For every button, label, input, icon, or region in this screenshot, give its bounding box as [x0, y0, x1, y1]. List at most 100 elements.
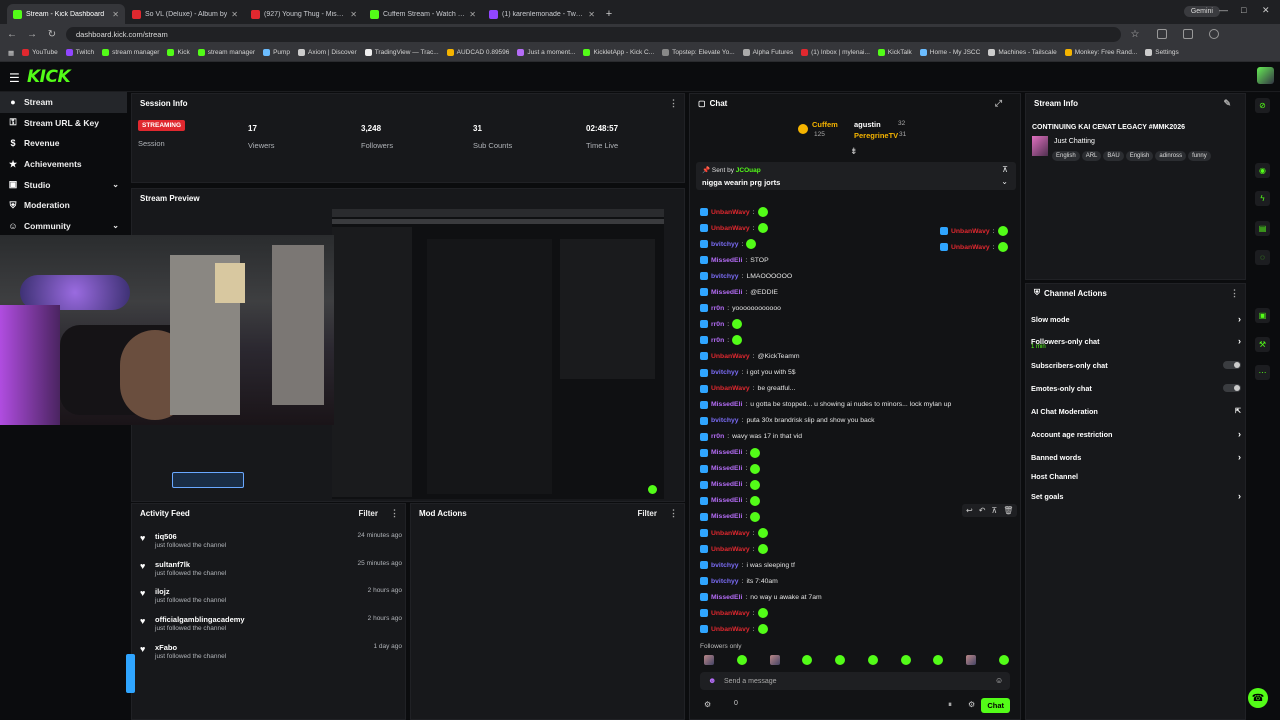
chat-message[interactable]: UnbanWavy:	[940, 240, 1008, 254]
emoji-icon[interactable]: ☺	[995, 676, 1003, 685]
bookmark-item[interactable]: AUDCAD 0.89596	[446, 49, 509, 56]
chat-username[interactable]: UnbanWavy	[711, 209, 750, 216]
pinned-message[interactable]: 📌 Sent by JCOuap nigga wearin prg jorts …	[696, 162, 1016, 190]
bookmark-item[interactable]: (1) Inbox | mylenai...	[801, 49, 870, 56]
channel-action-slow-mode[interactable]: Slow mode ›	[1031, 312, 1241, 326]
chat-username[interactable]: MissedEli	[711, 497, 742, 504]
chat-username[interactable]: MissedEli	[711, 594, 742, 601]
chat-username[interactable]: bvitchyy	[711, 241, 739, 248]
close-icon[interactable]: ✕	[231, 10, 238, 19]
gifter-name[interactable]: agustin	[854, 120, 881, 129]
sidebar-item-achievements[interactable]: ★ Achievements	[0, 154, 127, 175]
chat-username[interactable]: bvitchyy	[711, 562, 739, 569]
chat-input[interactable]: Send a message	[700, 672, 1010, 690]
chat-message[interactable]: UnbanWavy:	[700, 606, 768, 620]
chat-message[interactable]: rr0n: wavy was 17 in that vid	[700, 430, 802, 444]
emote-icon[interactable]	[704, 655, 714, 665]
chat-username[interactable]: UnbanWavy	[951, 228, 990, 235]
tag[interactable]: ARL	[1081, 151, 1102, 161]
chat-username[interactable]: MissedEli	[711, 513, 742, 520]
chat-message[interactable]: UnbanWavy:	[700, 622, 768, 636]
tag[interactable]: BAU	[1103, 151, 1124, 161]
bookmark-item[interactable]: Home - My JSCC	[919, 49, 980, 56]
chat-message[interactable]: UnbanWavy:	[700, 542, 768, 556]
new-tab-button[interactable]: +	[601, 4, 617, 24]
emote-icon[interactable]	[835, 655, 846, 665]
emote-icon[interactable]	[966, 655, 977, 665]
tag[interactable]: English	[1052, 151, 1080, 161]
chat-message[interactable]: MissedEli:	[700, 494, 761, 508]
bookmark-item[interactable]: Alpha Futures	[742, 49, 793, 56]
toggle-switch[interactable]	[1223, 361, 1241, 369]
emote-icon[interactable]	[802, 655, 813, 665]
follower-name[interactable]: sultanf7lk	[155, 560, 190, 569]
browser-tab[interactable]: Cuffem Stream - Watch Live o ✕	[364, 4, 482, 24]
bookmark-item[interactable]: YouTube	[22, 49, 58, 56]
chat-username[interactable]: rr0n	[711, 433, 724, 440]
chat-username[interactable]: UnbanWavy	[711, 225, 750, 232]
apps-icon[interactable]: ▦	[8, 49, 14, 57]
follower-name[interactable]: tiq506	[155, 532, 177, 541]
support-chat-button[interactable]: ☎	[1248, 688, 1268, 708]
bookmark-item[interactable]: Axiom | Discover	[298, 49, 357, 56]
info-icon[interactable]: ⊘	[1255, 98, 1270, 113]
chat-username[interactable]: UnbanWavy	[711, 626, 750, 633]
reply-icon[interactable]: ↩	[966, 506, 973, 515]
close-icon[interactable]: ✕	[112, 10, 119, 19]
chat-username[interactable]: bvitchyy	[711, 273, 739, 280]
bookmark-item[interactable]: Settings	[1145, 49, 1179, 56]
chat-message[interactable]: MissedEli:	[700, 462, 761, 476]
sidebar-item-stream-url-key[interactable]: ⚿ Stream URL & Key	[0, 113, 127, 134]
bookmark-item[interactable]: Pump	[263, 49, 290, 56]
sidebar-item-revenue[interactable]: $ Revenue	[0, 133, 127, 154]
chat-message[interactable]: bvitchyy: LMAOOOOOO	[700, 269, 792, 283]
chat-username[interactable]: UnbanWavy	[711, 610, 750, 617]
chevron-down-icon[interactable]: ⌄	[1001, 177, 1008, 186]
sidebar-item-stream[interactable]: ● Stream	[0, 92, 127, 113]
channel-action-subscribers-only-chat[interactable]: Subscribers-only chat	[1031, 358, 1241, 372]
robot-icon[interactable]: ◉	[1255, 163, 1270, 178]
browser-tab[interactable]: (1) karenlemonade - Twitch ✕	[483, 4, 601, 24]
chat-username[interactable]: bvitchyy	[711, 417, 739, 424]
bookmark-item[interactable]: KickletApp - Kick C...	[583, 49, 654, 56]
chat-username[interactable]: MissedEli	[711, 257, 742, 264]
chat-message[interactable]: UnbanWavy: @KickTeamm	[700, 349, 800, 363]
tag[interactable]: English	[1125, 151, 1154, 161]
bookmark-item[interactable]: Twitch	[65, 49, 94, 56]
channel-action-banned-words[interactable]: Banned words ›	[1031, 450, 1241, 464]
tag[interactable]: funny	[1188, 151, 1211, 161]
bookmark-item[interactable]: TradingView — Trac...	[364, 49, 439, 56]
chat-message[interactable]: rr0n:	[700, 333, 743, 347]
more-icon[interactable]: ⋮	[390, 508, 399, 519]
emote-icon[interactable]	[736, 655, 747, 665]
chat-message[interactable]: bvitchyy: its 7:40am	[700, 574, 778, 588]
delete-icon[interactable]: 🗑	[1003, 506, 1013, 515]
reload-icon[interactable]: ↻	[46, 29, 58, 40]
bookmark-item[interactable]: stream manager	[197, 49, 255, 56]
channel-action-emotes-only-chat[interactable]: Emotes-only chat	[1031, 381, 1241, 395]
chevron-right-icon[interactable]: ›	[1238, 336, 1241, 346]
channel-action-account-age-restriction[interactable]: Account age restriction ›	[1031, 427, 1241, 441]
chat-username[interactable]: UnbanWavy	[711, 546, 750, 553]
chat-message[interactable]: MissedEli: STOP	[700, 253, 769, 267]
close-icon[interactable]: ✕	[588, 10, 595, 19]
emote-icon[interactable]	[933, 655, 944, 665]
chat-username[interactable]: rr0n	[711, 321, 724, 328]
chat-message[interactable]: bvitchyy: i was sleeping tf	[700, 558, 795, 572]
sidebar-item-studio[interactable]: ▣ Studio ⌄	[0, 174, 127, 195]
bookmark-item[interactable]: Topstep: Elevate Yo...	[662, 49, 735, 56]
browser-tab[interactable]: (927) Young Thug - Miss M ✕	[245, 4, 363, 24]
emote-icon[interactable]	[998, 655, 1009, 665]
browser-tab[interactable]: Stream - Kick Dashboard ✕	[7, 4, 125, 24]
chat-username[interactable]: MissedEli	[711, 449, 742, 456]
sidebar-item-community[interactable]: ☺ Community ⌄	[0, 216, 127, 237]
download-icon[interactable]	[1183, 29, 1193, 39]
chat-username[interactable]: MissedEli	[711, 481, 742, 488]
chat-message[interactable]: bvitchyy: i got you with 5$	[700, 366, 796, 380]
chat-message[interactable]: MissedEli:	[700, 510, 761, 524]
minimize-icon[interactable]: —	[1219, 5, 1228, 15]
more-icon[interactable]: ⋮	[1230, 288, 1239, 299]
emote-icon[interactable]	[867, 655, 878, 665]
wrench-icon[interactable]: ⚒	[1255, 337, 1270, 352]
emote-picker-icon[interactable]: ☻	[708, 676, 716, 685]
